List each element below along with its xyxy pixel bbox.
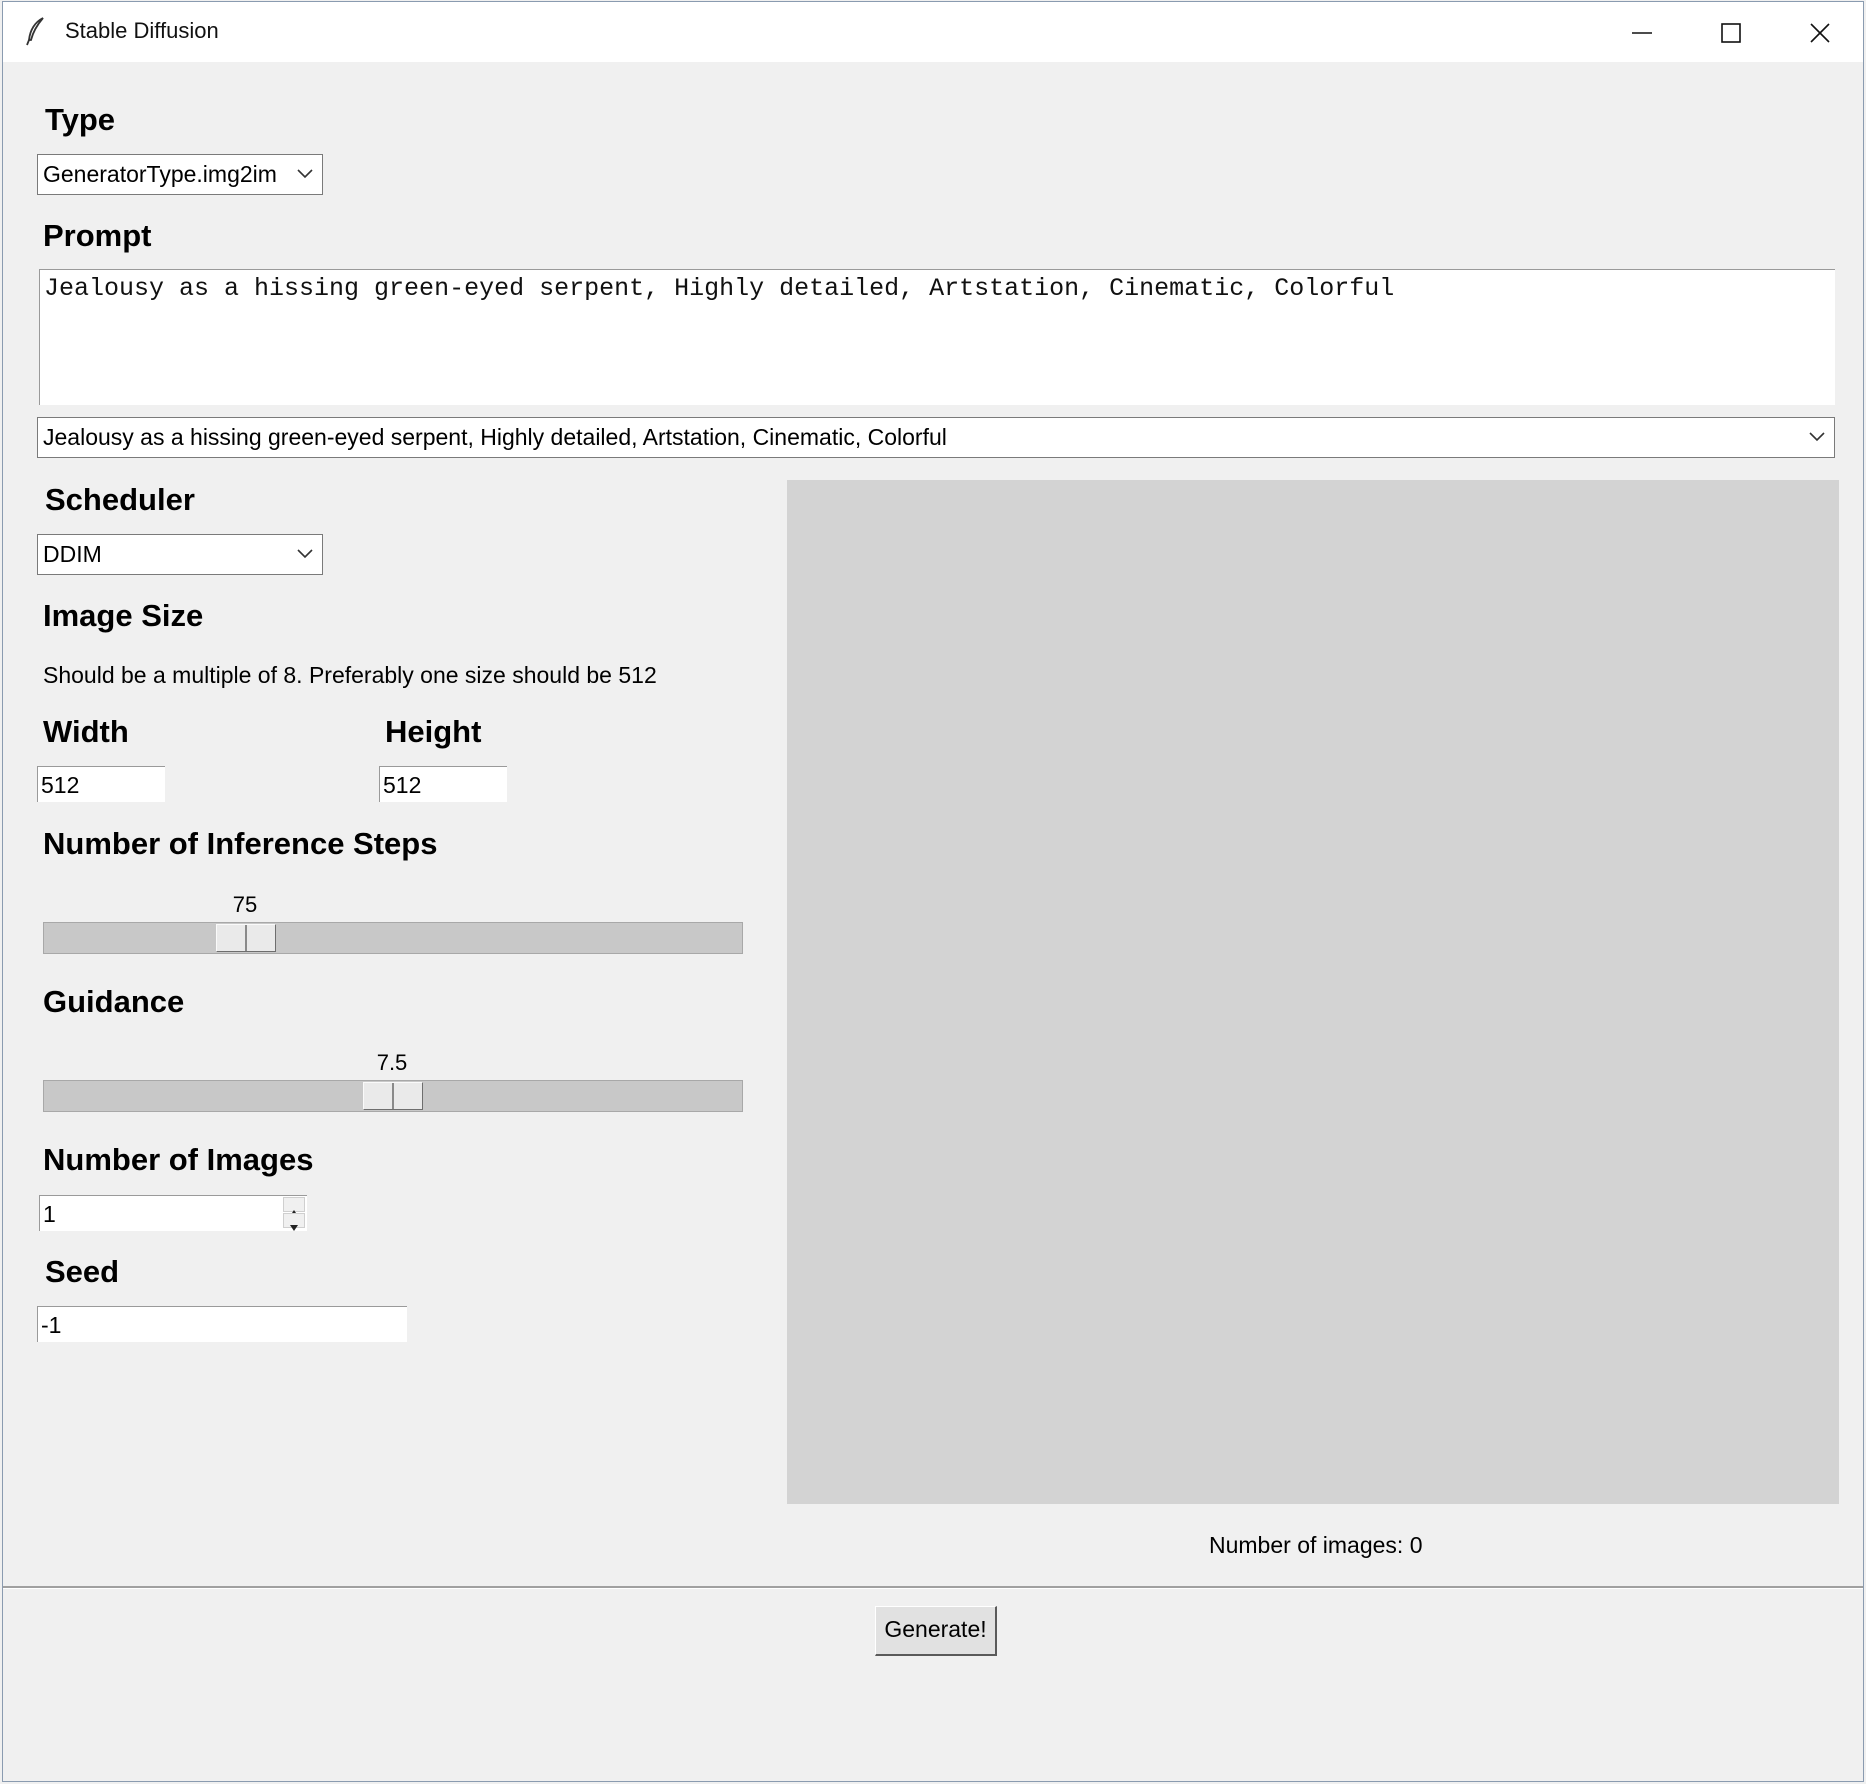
chevron-down-icon [297,169,313,179]
num-images-heading: Number of Images [43,1142,314,1177]
prompt-history-value: Jealousy as a hissing green-eyed serpent… [43,424,947,450]
window-title: Stable Diffusion [65,18,219,43]
spinbox-buttons [283,1197,305,1231]
image-size-hint: Should be a multiple of 8. Preferably on… [43,662,657,688]
guidance-slider-thumb[interactable] [363,1082,423,1110]
maximize-button[interactable] [1686,2,1774,62]
image-preview [787,480,1839,1504]
title-bar: Stable Diffusion [3,2,1863,62]
seed-heading: Seed [45,1254,120,1289]
chevron-down-icon [1809,432,1825,442]
steps-heading: Number of Inference Steps [43,826,438,861]
generate-button[interactable]: Generate! [875,1606,997,1656]
close-icon [1810,23,1830,43]
close-button[interactable] [1775,2,1863,62]
image-size-heading: Image Size [43,598,204,633]
steps-value-label: 75 [232,892,258,917]
scheduler-select-value: DDIM [43,541,102,567]
maximize-icon [1721,23,1741,43]
minimize-button[interactable] [1597,2,1685,62]
arrow-down-icon [290,1225,298,1231]
seed-input-value: -1 [41,1312,62,1338]
seed-input[interactable]: -1 [37,1306,407,1342]
steps-slider[interactable] [43,922,743,954]
type-select-value: GeneratorType.img2im [43,161,277,187]
type-heading: Type [45,102,116,137]
width-input[interactable]: 512 [37,766,165,802]
spin-up-button[interactable] [283,1197,305,1216]
scheduler-heading: Scheduler [45,482,195,517]
guidance-heading: Guidance [43,984,185,1019]
height-input[interactable]: 512 [379,766,507,802]
feather-icon [25,16,47,46]
num-images-value: 1 [43,1201,56,1227]
minimize-icon [1632,32,1652,34]
type-select[interactable]: GeneratorType.img2im [37,154,323,195]
width-heading: Width [43,714,129,749]
image-count-label: Number of images: 0 [1209,1532,1423,1558]
steps-slider-thumb[interactable] [216,924,276,952]
prompt-history-select[interactable]: Jealousy as a hissing green-eyed serpent… [37,417,1835,458]
height-input-value: 512 [383,772,422,798]
prompt-heading: Prompt [43,218,152,253]
height-heading: Height [385,714,482,749]
num-images-spinbox[interactable]: 1 [39,1195,307,1231]
guidance-value-label: 7.5 [376,1050,408,1075]
app-window: Stable Diffusion Type GeneratorType.img2… [2,1,1864,1782]
scheduler-select[interactable]: DDIM [37,534,323,575]
guidance-slider[interactable] [43,1080,743,1112]
width-input-value: 512 [41,772,80,798]
divider [3,1586,1863,1589]
chevron-down-icon [297,549,313,559]
prompt-textarea[interactable]: Jealousy as a hissing green-eyed serpent… [39,269,1835,405]
prompt-text: Jealousy as a hissing green-eyed serpent… [44,274,1395,303]
spin-down-button[interactable] [283,1213,305,1231]
